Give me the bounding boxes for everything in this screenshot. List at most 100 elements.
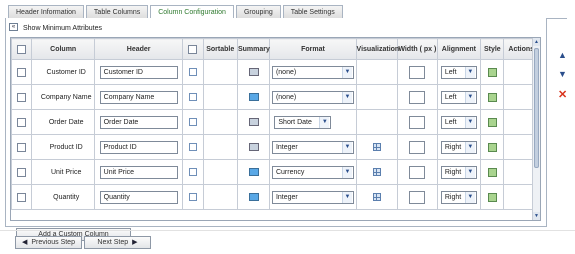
visualization-icon[interactable] — [372, 143, 381, 151]
column-header-alignment: Alignment — [436, 38, 482, 60]
alignment-value: Right — [444, 143, 462, 151]
table-row: Product ID Product ID Integer ▼ Right ▼ — [11, 134, 539, 160]
chevron-down-icon: ▼ — [464, 166, 475, 178]
alignment-value: Left — [444, 93, 457, 101]
row-select-checkbox[interactable] — [17, 142, 27, 152]
style-icon[interactable] — [487, 192, 497, 202]
format-value: Integer — [275, 193, 298, 201]
sortable-all-cell — [182, 38, 204, 60]
header-input[interactable]: Customer ID — [99, 65, 178, 79]
summary-icon[interactable] — [248, 143, 259, 151]
column-header-sortable: Sortable — [202, 38, 238, 60]
alignment-select[interactable]: Left ▼ — [440, 65, 477, 79]
previous-step-button[interactable]: ◀ Previous Step — [15, 236, 82, 249]
row-select-checkbox[interactable] — [17, 167, 27, 177]
summary-icon[interactable] — [248, 93, 259, 101]
summary-icon[interactable] — [248, 118, 259, 126]
style-icon[interactable] — [487, 92, 497, 102]
summary-icon[interactable] — [248, 68, 259, 76]
chevron-down-icon: ▼ — [341, 166, 352, 178]
sortable-all-checkbox[interactable] — [188, 44, 198, 54]
alignment-select[interactable]: Right ▼ — [440, 190, 477, 204]
format-select[interactable]: Integer ▼ — [271, 190, 354, 204]
arrow-right-icon: ▶ — [132, 239, 138, 246]
style-icon[interactable] — [487, 142, 497, 152]
chevron-down-icon: ▼ — [464, 141, 475, 153]
row-select-checkbox[interactable] — [17, 67, 27, 77]
move-up-icon[interactable]: ▲ — [558, 50, 567, 60]
format-value: Short Date — [278, 118, 312, 126]
summary-icon[interactable] — [248, 193, 259, 201]
format-select[interactable]: Integer ▼ — [271, 140, 354, 154]
tab-table-columns[interactable]: Table Columns — [85, 5, 149, 19]
next-step-button[interactable]: Next Step ▶ — [84, 236, 151, 249]
width-input[interactable] — [409, 165, 426, 179]
chevron-down-icon: ▼ — [464, 66, 475, 78]
scrollbar-thumb[interactable] — [534, 48, 539, 168]
sortable-checkbox[interactable] — [188, 93, 197, 101]
column-header-visualization: Visualization — [355, 38, 399, 60]
header-input[interactable]: Company Name — [99, 90, 178, 104]
chevron-down-icon: ▼ — [341, 66, 352, 78]
row-select-checkbox[interactable] — [17, 117, 27, 127]
alignment-select[interactable]: Right ▼ — [440, 140, 477, 154]
summary-icon[interactable] — [248, 168, 259, 176]
table-row: Customer ID Customer ID (none) ▼ Left ▼ — [11, 59, 539, 85]
select-all-cell — [11, 38, 33, 60]
scroll-up-icon[interactable]: ▲ — [533, 38, 540, 46]
alignment-value: Right — [444, 193, 462, 201]
visualization-icon[interactable] — [372, 168, 381, 176]
select-all-checkbox[interactable] — [17, 44, 27, 54]
width-input[interactable] — [409, 190, 426, 204]
alignment-select[interactable]: Right ▼ — [440, 165, 477, 179]
width-input[interactable] — [409, 115, 426, 129]
row-select-checkbox[interactable] — [17, 92, 27, 102]
show-minimum-attributes-label: Show Minimum Attributes — [23, 25, 102, 32]
width-input[interactable] — [409, 140, 426, 154]
sortable-checkbox[interactable] — [188, 193, 197, 201]
chevron-down-icon: ▼ — [464, 191, 475, 203]
sortable-checkbox[interactable] — [188, 143, 197, 151]
grid-scrollbar[interactable]: ▲ ▼ — [532, 38, 540, 220]
column-header-header: Header — [94, 38, 184, 60]
sortable-checkbox[interactable] — [188, 118, 197, 126]
style-icon[interactable] — [487, 67, 497, 77]
tab-grouping[interactable]: Grouping — [235, 5, 281, 19]
tab-header-information[interactable]: Header Information — [8, 5, 84, 19]
alignment-select[interactable]: Left ▼ — [440, 115, 477, 129]
format-select[interactable]: (none) ▼ — [271, 65, 354, 79]
format-select[interactable]: Currency ▼ — [271, 165, 354, 179]
format-value: Integer — [275, 143, 298, 151]
column-name: Unit Price — [31, 159, 96, 185]
column-header-format: Format — [269, 38, 357, 60]
tab-table-settings[interactable]: Table Settings — [282, 5, 343, 19]
visualization-icon[interactable] — [372, 193, 381, 201]
header-input[interactable]: Product ID — [99, 140, 178, 154]
width-input[interactable] — [409, 90, 426, 104]
sortable-checkbox[interactable] — [188, 68, 197, 76]
scroll-down-icon[interactable]: ▼ — [533, 212, 540, 220]
style-icon[interactable] — [487, 117, 497, 127]
alignment-value: Left — [444, 118, 457, 126]
columns-table: Column Header Sortable Summary Format Vi… — [11, 38, 539, 210]
header-input[interactable]: Order Date — [99, 115, 178, 129]
column-name: Quantity — [31, 184, 96, 210]
table-row: Company Name Company Name (none) ▼ Left ▼ — [11, 84, 539, 110]
row-select-checkbox[interactable] — [17, 192, 27, 202]
format-select[interactable]: Short Date ▼ — [274, 115, 332, 129]
column-name: Order Date — [31, 109, 96, 135]
alignment-value: Left — [444, 68, 457, 76]
header-input[interactable]: Quantity — [99, 190, 178, 204]
width-input[interactable] — [409, 65, 426, 79]
sortable-checkbox[interactable] — [188, 168, 197, 176]
column-name: Product ID — [31, 134, 96, 160]
header-input[interactable]: Unit Price — [99, 165, 178, 179]
move-down-icon[interactable]: ▼ — [558, 69, 567, 79]
format-select[interactable]: (none) ▼ — [271, 90, 354, 104]
alignment-select[interactable]: Left ▼ — [440, 90, 477, 104]
style-icon[interactable] — [487, 167, 497, 177]
format-value: (none) — [275, 68, 297, 76]
column-header-column: Column — [31, 38, 96, 60]
delete-icon[interactable]: ✕ — [558, 90, 567, 101]
collapse-icon[interactable]: « — [9, 23, 18, 31]
